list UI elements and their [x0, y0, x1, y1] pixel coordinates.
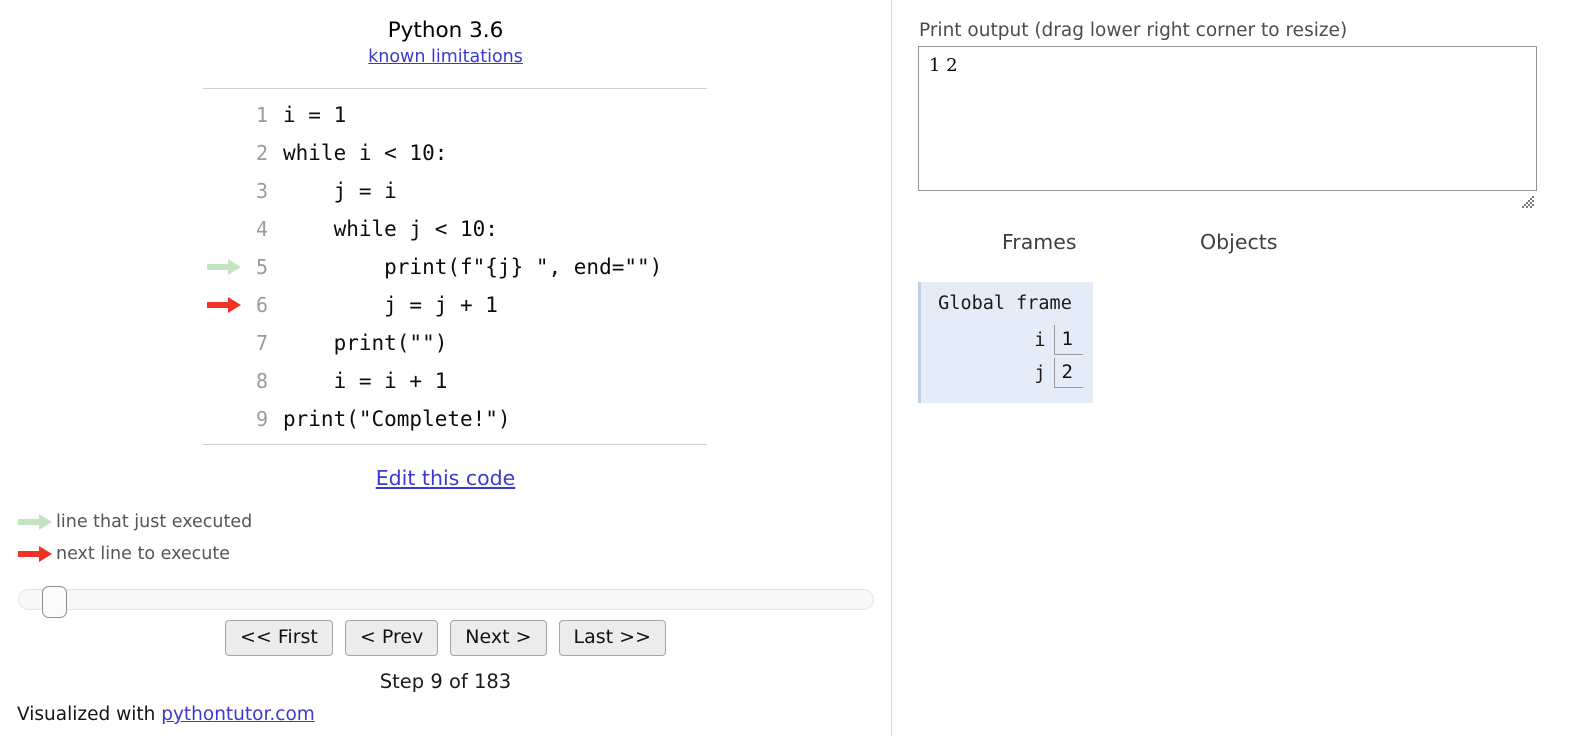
line-number: 2 [255, 141, 268, 165]
step-slider-track[interactable] [18, 589, 874, 610]
legend-item-next-line: next line to execute [18, 540, 252, 567]
line-number: 9 [255, 407, 268, 431]
first-step-button[interactable]: << First [225, 620, 333, 656]
just-executed-arrow-icon [207, 259, 241, 275]
pythontutor-visualizer: Python 3.6 known limitations 1 i = 1 2 w… [0, 0, 1577, 736]
line-source: j = i [283, 179, 397, 203]
just-executed-arrow-icon [18, 513, 52, 530]
line-marker-cell [203, 134, 246, 172]
footer-attribution: Visualized with pythontutor.com [17, 704, 315, 725]
variable-name: j [1034, 362, 1046, 384]
legend-label: line that just executed [56, 511, 253, 532]
code-line-current-executed: 5 print(f"{j} ", end="") [203, 248, 707, 286]
last-step-button[interactable]: Last >> [558, 620, 666, 656]
line-source: i = i + 1 [283, 369, 448, 393]
code-line: 4 while j < 10: [203, 210, 707, 248]
footer-prefix-text: Visualized with [17, 704, 162, 725]
code-line: 2 while i < 10: [203, 134, 707, 172]
next-line-arrow-icon [18, 545, 52, 562]
code-line: 1 i = 1 [203, 96, 707, 134]
line-marker-cell [203, 172, 246, 210]
variable-row: j 2 [921, 358, 1083, 388]
legend-arrow-cell [18, 545, 56, 562]
step-counter-label: Step 9 of 183 [379, 670, 512, 693]
step-slider-handle[interactable] [42, 586, 67, 618]
variable-row: i 1 [921, 325, 1083, 355]
print-output-box[interactable]: 1 2 [918, 46, 1537, 191]
prev-step-button[interactable]: < Prev [344, 620, 439, 656]
variable-name: i [1034, 329, 1046, 351]
line-number: 5 [255, 255, 268, 279]
legend-label: next line to execute [56, 543, 230, 564]
step-navigation-buttons: << First < Prev Next > Last >> [0, 620, 891, 656]
variable-value: 1 [1053, 325, 1083, 355]
python-version-header: Python 3.6 known limitations [0, 18, 891, 68]
line-source: print(f"{j} ", end="") [283, 255, 663, 279]
line-marker-cell [203, 210, 246, 248]
objects-column-header: Objects [1200, 230, 1278, 254]
code-block: 1 i = 1 2 while i < 10: 3 j = i 4 while … [203, 88, 707, 445]
frames-column-header: Frames [1002, 230, 1077, 254]
column-headers: Frames Objects [892, 230, 1577, 258]
known-limitations-link[interactable]: known limitations [368, 46, 523, 68]
line-source: print("Complete!") [283, 407, 511, 431]
legend-arrow-cell [18, 513, 56, 530]
frame-variables: i 1 j 2 [921, 325, 1083, 388]
pythontutor-link[interactable]: pythontutor.com [161, 704, 315, 725]
print-output-label: Print output (drag lower right corner to… [919, 20, 1348, 41]
line-number: 1 [255, 103, 268, 127]
python-version-label: Python 3.6 [387, 18, 504, 43]
legend-item-just-executed: line that just executed [18, 508, 252, 535]
line-marker-cell [203, 248, 246, 286]
code-line: 3 j = i [203, 172, 707, 210]
code-panel: Python 3.6 known limitations 1 i = 1 2 w… [0, 0, 891, 736]
line-source: while j < 10: [283, 217, 498, 241]
line-marker-cell [203, 96, 246, 134]
variable-value: 2 [1053, 358, 1083, 388]
print-output-text: 1 2 [929, 55, 964, 76]
line-source: while i < 10: [283, 141, 448, 165]
line-number: 3 [255, 179, 268, 203]
step-slider[interactable] [18, 586, 874, 618]
resize-handle-icon[interactable] [1520, 194, 1536, 210]
arrow-legend: line that just executed next line to exe… [18, 508, 252, 572]
frame-title: Global frame [938, 293, 1072, 314]
edit-this-code-link[interactable]: Edit this code [0, 466, 891, 490]
code-line: 9 print("Complete!") [203, 400, 707, 438]
visualization-panel: Print output (drag lower right corner to… [892, 0, 1577, 736]
line-number: 4 [255, 217, 268, 241]
line-source: i = 1 [283, 103, 347, 127]
global-frame: Global frame i 1 j 2 [918, 282, 1093, 403]
next-step-button[interactable]: Next > [450, 620, 547, 656]
line-number: 8 [255, 369, 268, 393]
line-marker-cell [203, 400, 246, 438]
next-line-arrow-icon [207, 297, 241, 313]
